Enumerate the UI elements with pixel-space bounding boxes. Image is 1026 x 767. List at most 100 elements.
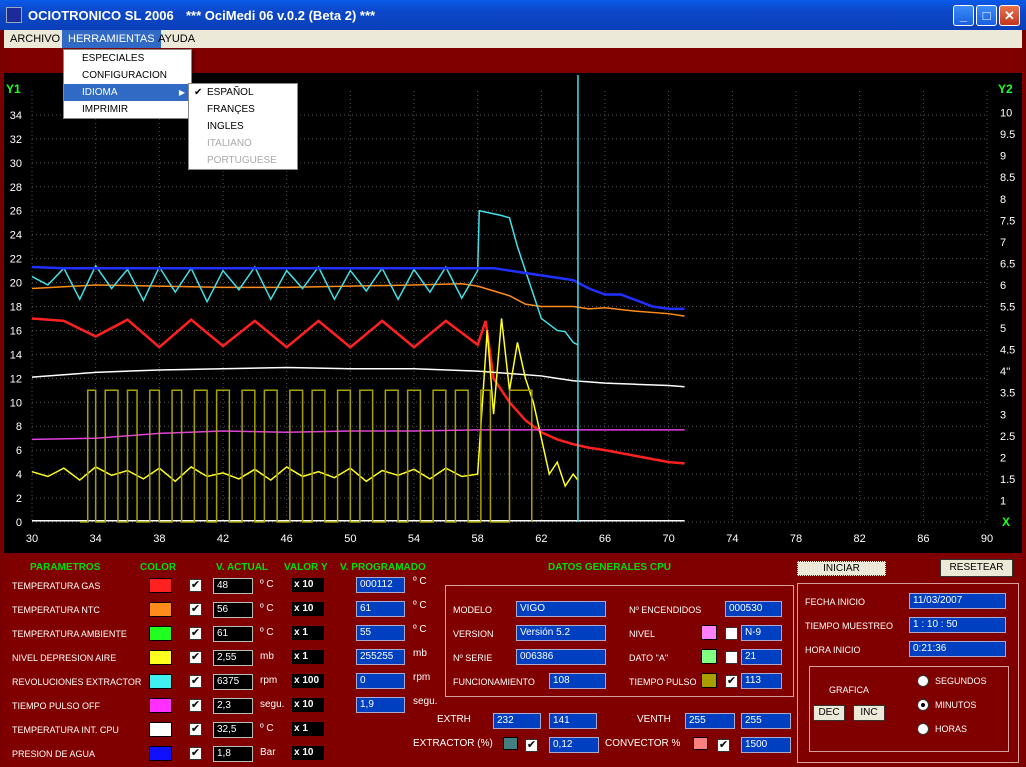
- param-color-swatch[interactable]: [149, 650, 172, 665]
- menu-item-configuracion[interactable]: CONFIGURACION: [64, 67, 191, 84]
- x-tick-label: 70: [663, 533, 675, 545]
- maximize-button[interactable]: □: [976, 5, 997, 26]
- param-name: PRESION DE AGUA: [12, 749, 96, 759]
- close-button[interactable]: ✕: [999, 5, 1020, 26]
- param-checkbox[interactable]: ✔: [189, 651, 202, 664]
- param-multiplier[interactable]: x 10: [292, 602, 324, 616]
- lang-espanol[interactable]: ✔ ESPAÑOL: [189, 84, 297, 101]
- y2-tick-label: 7: [1000, 237, 1006, 249]
- serie-label: Nº SERIE: [453, 653, 493, 663]
- x-tick-label: 46: [281, 533, 293, 545]
- param-multiplier[interactable]: x 10: [292, 746, 324, 760]
- iniciar-button[interactable]: INICIAR: [797, 561, 886, 576]
- dato-a-label: DATO "A": [629, 653, 669, 663]
- param-color-swatch[interactable]: [149, 746, 172, 761]
- param-programmed-unit: º C: [413, 624, 427, 635]
- extrh-value-2: 141: [549, 713, 597, 729]
- tiempo-pulso-color-swatch[interactable]: [701, 673, 717, 688]
- param-multiplier[interactable]: x 10: [292, 578, 324, 592]
- param-color-swatch[interactable]: [149, 674, 172, 689]
- param-checkbox[interactable]: ✔: [189, 627, 202, 640]
- param-programmed-value: 000112: [356, 577, 405, 593]
- y2-tick-label: 1: [1000, 495, 1006, 507]
- menu-ayuda[interactable]: AYUDA: [152, 30, 201, 48]
- encendidos-label: Nº ENCENDIDOS: [629, 605, 702, 615]
- menu-archivo[interactable]: ARCHIVO: [4, 30, 66, 48]
- param-programmed-unit: º C: [413, 576, 427, 587]
- tiempo-muestreo-label: TIEMPO MUESTREO: [805, 621, 894, 631]
- lang-frances[interactable]: FRANÇES: [189, 101, 297, 118]
- header-color: COLOR: [140, 562, 177, 573]
- param-programmed-value: 0: [356, 673, 405, 689]
- param-actual-unit: º C: [260, 603, 274, 614]
- radio-horas-label: HORAS: [935, 724, 968, 734]
- venth-value-2: 255: [741, 713, 791, 729]
- y1-tick-label: 28: [10, 182, 22, 194]
- y1-tick-label: 6: [16, 445, 22, 457]
- y1-axis-label: Y1: [6, 82, 21, 96]
- radio-horas[interactable]: [917, 723, 929, 735]
- radio-segundos[interactable]: [917, 675, 929, 687]
- y1-tick-label: 20: [10, 278, 22, 290]
- param-color-swatch[interactable]: [149, 602, 172, 617]
- param-color-swatch[interactable]: [149, 626, 172, 641]
- convector-color-swatch[interactable]: [693, 737, 708, 750]
- param-checkbox[interactable]: ✔: [189, 699, 202, 712]
- param-multiplier[interactable]: x 1: [292, 722, 324, 736]
- extractor-color-swatch[interactable]: [503, 737, 518, 750]
- x-tick-label: 30: [26, 533, 38, 545]
- menu-item-idioma-label: IDIOMA: [82, 87, 118, 98]
- param-color-swatch[interactable]: [149, 698, 172, 713]
- extractor-checkbox[interactable]: ✔: [525, 739, 538, 752]
- param-multiplier[interactable]: x 1: [292, 626, 324, 640]
- y2-tick-label: 7.5: [1000, 215, 1015, 227]
- param-multiplier[interactable]: x 1: [292, 650, 324, 664]
- param-checkbox[interactable]: ✔: [189, 579, 202, 592]
- menu-item-imprimir[interactable]: IMPRIMIR: [64, 101, 191, 118]
- y2-tick-label: 4.5: [1000, 345, 1015, 357]
- convector-value: 1500: [741, 737, 791, 753]
- dato-a-color-swatch[interactable]: [701, 649, 717, 664]
- param-multiplier[interactable]: x 10: [292, 698, 324, 712]
- resetear-button[interactable]: RESETEAR: [940, 559, 1013, 577]
- menu-item-especiales[interactable]: ESPECIALES: [64, 50, 191, 67]
- param-actual-value: 2,55: [213, 650, 253, 666]
- dec-button[interactable]: DEC: [813, 705, 845, 721]
- menu-herramientas[interactable]: HERRAMIENTAS: [62, 30, 161, 48]
- y2-tick-label: 9.5: [1000, 129, 1015, 141]
- y1-tick-label: 2: [16, 493, 22, 505]
- extractor-value: 0,12: [549, 737, 599, 753]
- nivel-checkbox[interactable]: [725, 627, 738, 640]
- lang-ingles[interactable]: INGLES: [189, 118, 297, 135]
- encendidos-value: 000530: [725, 601, 782, 617]
- param-multiplier[interactable]: x 100: [292, 674, 324, 688]
- y2-tick-label: 5.5: [1000, 302, 1015, 314]
- title-bar[interactable]: OCIOTRONICO SL 2006 *** OciMedi 06 v.0.2…: [0, 0, 1026, 30]
- radio-minutos[interactable]: [917, 699, 929, 711]
- param-actual-value: 56: [213, 602, 253, 618]
- dato-a-checkbox[interactable]: [725, 651, 738, 664]
- app-name: OCIOTRONICO SL 2006: [28, 8, 174, 23]
- tiempo-pulso-checkbox[interactable]: ✔: [725, 675, 738, 688]
- nivel-color-swatch[interactable]: [701, 625, 717, 640]
- param-color-swatch[interactable]: [149, 722, 172, 737]
- param-checkbox[interactable]: ✔: [189, 747, 202, 760]
- y1-tick-label: 16: [10, 325, 22, 337]
- minimize-button[interactable]: _: [953, 5, 974, 26]
- y2-tick-label: 2: [1000, 452, 1006, 464]
- param-actual-unit: º C: [260, 579, 274, 590]
- menu-item-idioma[interactable]: IDIOMA ▶: [64, 84, 191, 101]
- param-name: TEMPERATURA NTC: [12, 605, 100, 615]
- series-line: [31, 366, 685, 388]
- param-color-swatch[interactable]: [149, 578, 172, 593]
- param-actual-unit: Bar: [260, 747, 276, 758]
- x-tick-label: 50: [344, 533, 356, 545]
- param-actual-value: 1,8: [213, 746, 253, 762]
- convector-checkbox[interactable]: ✔: [717, 739, 730, 752]
- param-checkbox[interactable]: ✔: [189, 723, 202, 736]
- inc-button[interactable]: INC: [853, 705, 885, 721]
- y2-tick-label: 8: [1000, 194, 1006, 206]
- x-axis-label: X: [1002, 515, 1010, 529]
- param-checkbox[interactable]: ✔: [189, 603, 202, 616]
- param-checkbox[interactable]: ✔: [189, 675, 202, 688]
